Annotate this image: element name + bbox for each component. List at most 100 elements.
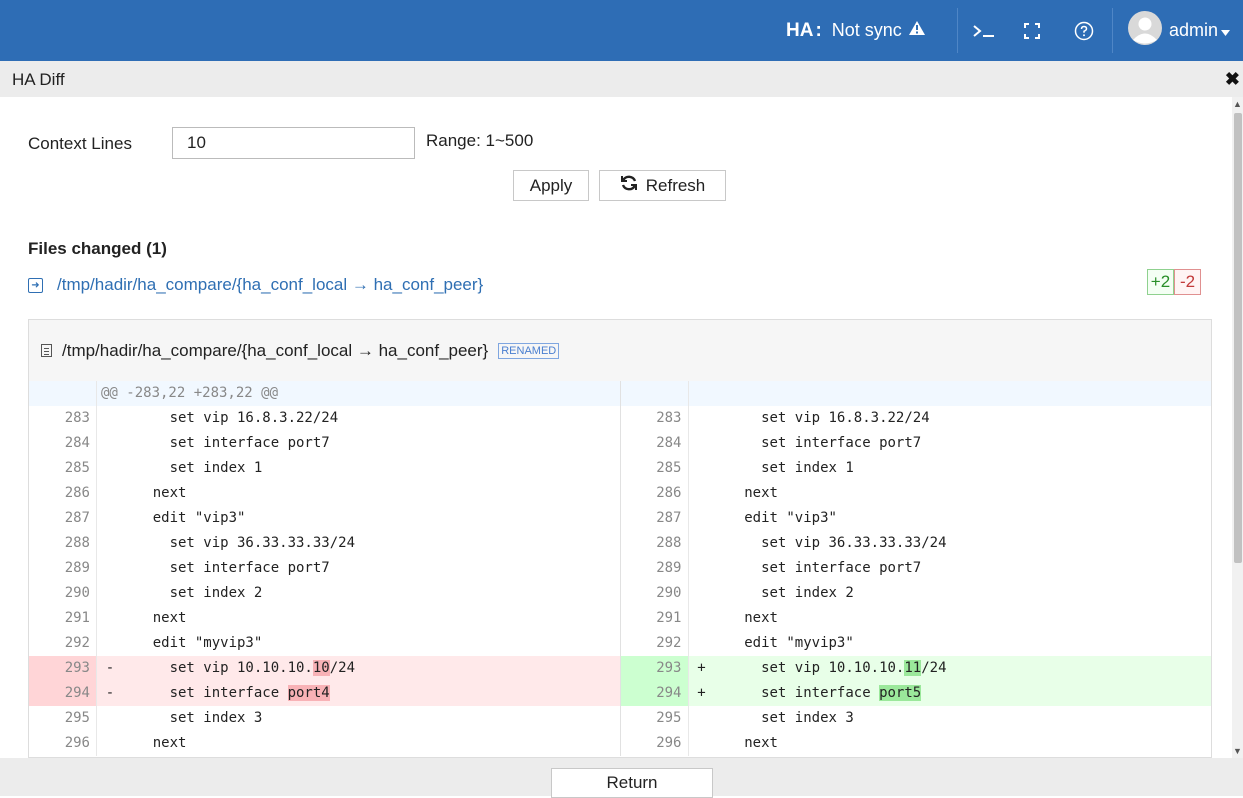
apply-label: Apply (529, 175, 573, 195)
close-icon[interactable]: ✖ (1225, 69, 1240, 90)
code-line: edit "myvip3" (119, 635, 263, 651)
help-icon[interactable] (1074, 0, 1094, 61)
deletions-badge: -2 (1174, 269, 1201, 295)
code-line: next (710, 610, 778, 626)
renamed-badge: RENAMED (498, 342, 560, 359)
line-number: 286 (29, 481, 97, 506)
diff-marker (97, 606, 119, 631)
range-label: Range: 1~500 (426, 131, 534, 150)
line-number: 289 (621, 556, 689, 581)
diff-marker (97, 556, 119, 581)
diff-marker (97, 481, 119, 506)
scrollbar[interactable]: ▲ ▼ (1232, 97, 1243, 758)
code-line: set vip 10.10.10.10/24 (119, 656, 620, 681)
diff-panel: /tmp/hadir/ha_compare/{ha_conf_local → h… (28, 319, 1212, 758)
ha-status-text: Not sync (831, 20, 902, 40)
diff-marker (97, 531, 119, 556)
line-number: 295 (29, 706, 97, 731)
diff-row: 287 edit "vip3" 287 edit "vip3" (29, 506, 1211, 531)
diff-marker (689, 606, 711, 631)
line-number: 285 (621, 456, 689, 481)
scrollbar-thumb[interactable] (1234, 113, 1242, 563)
code-line: set index 3 (119, 710, 263, 726)
code-line: edit "vip3" (119, 510, 246, 526)
line-number: 293 (29, 656, 97, 681)
code-line: next (710, 485, 778, 501)
diff-marker (689, 481, 711, 506)
ha-status[interactable]: HA : Not sync (786, 0, 926, 61)
return-button[interactable]: Return (551, 768, 713, 798)
line-number: 284 (29, 431, 97, 456)
diff-marker (689, 556, 711, 581)
diff-row: 284 set interface port7 284 set interface… (29, 431, 1211, 456)
diff-row: 291 next 291 next (29, 606, 1211, 631)
diff-marker (97, 631, 119, 656)
line-number: 286 (621, 481, 689, 506)
line-number: 296 (621, 731, 689, 756)
apply-button[interactable]: Apply (513, 170, 589, 201)
diff-marker: - (105, 685, 115, 701)
line-number: 288 (29, 531, 97, 556)
diff-marker (97, 731, 119, 756)
user-menu[interactable]: admin (1128, 0, 1231, 61)
line-number: 284 (621, 431, 689, 456)
line-number: 294 (29, 681, 97, 706)
line-number: 288 (621, 531, 689, 556)
context-lines-label: Context Lines (28, 134, 132, 153)
diff-marker: + (697, 685, 706, 701)
code-prefix: set interface (710, 685, 880, 701)
code-line: set vip 36.33.33.33/24 (119, 535, 356, 551)
warning-icon (908, 20, 926, 41)
ha-label: HA (786, 19, 814, 41)
diff-row: 295 set index 3 295 set index 3 (29, 706, 1211, 731)
code-suffix: /24 (921, 660, 947, 676)
diff-marker (689, 581, 711, 606)
refresh-icon (620, 174, 638, 197)
code-line: set vip 16.8.3.22/24 (119, 410, 339, 426)
diff-marker (97, 431, 119, 456)
diff-marker (689, 706, 711, 731)
context-lines-input[interactable] (172, 127, 415, 159)
scroll-down-icon[interactable]: ▼ (1233, 746, 1242, 756)
dialog-header: HA Diff ✖ (0, 61, 1243, 97)
line-number: 291 (29, 606, 97, 631)
file-link[interactable]: ➜ /tmp/hadir/ha_compare/{ha_conf_local →… (28, 275, 483, 295)
avatar-icon (1128, 11, 1162, 50)
file-icon (41, 344, 52, 357)
diff-row: 296 next 296 next (29, 731, 1211, 756)
refresh-button[interactable]: Refresh (599, 170, 726, 201)
diff-marker (97, 456, 119, 481)
code-line: set index 2 (119, 585, 263, 601)
code-line: set index 1 (710, 460, 854, 476)
diff-marker (97, 706, 119, 731)
diff-marker: - (105, 660, 115, 676)
code-line: set interface port7 (119, 435, 330, 451)
line-number: 295 (621, 706, 689, 731)
diff-marker (689, 406, 711, 431)
code-suffix: /24 (329, 660, 356, 676)
code-line: edit "myvip3" (710, 635, 854, 651)
code-line: set interface port5 (711, 681, 1212, 706)
scroll-up-icon[interactable]: ▲ (1233, 99, 1242, 109)
hunk-row: @@ -283,22 +283,22 @@ (29, 381, 1211, 406)
diff-marker (97, 581, 119, 606)
diff-marker (689, 456, 711, 481)
cli-console-icon[interactable] (972, 0, 998, 61)
top-bar: HA : Not sync admin (0, 0, 1243, 61)
ha-colon: : (815, 19, 822, 41)
separator (1112, 8, 1113, 53)
line-number: 294 (620, 681, 689, 706)
files-changed-title: Files changed (1) (28, 239, 167, 258)
line-number: 292 (29, 631, 97, 656)
changed-token: 10 (312, 660, 330, 676)
changed-row: 294- set interface port4 294 + set interfa… (29, 681, 1211, 706)
changed-token: port5 (879, 685, 922, 701)
diff-body: @@ -283,22 +283,22 @@ 283 set vip 16.8.3… (29, 381, 1211, 756)
diff-file-header: /tmp/hadir/ha_compare/{ha_conf_local → h… (29, 320, 1211, 382)
separator (957, 8, 958, 53)
line-number: 283 (29, 406, 97, 431)
code-prefix: set vip 10.10.10. (710, 660, 905, 676)
line-number: 291 (621, 606, 689, 631)
diff-marker (689, 431, 711, 456)
fullscreen-icon[interactable] (1023, 0, 1041, 61)
